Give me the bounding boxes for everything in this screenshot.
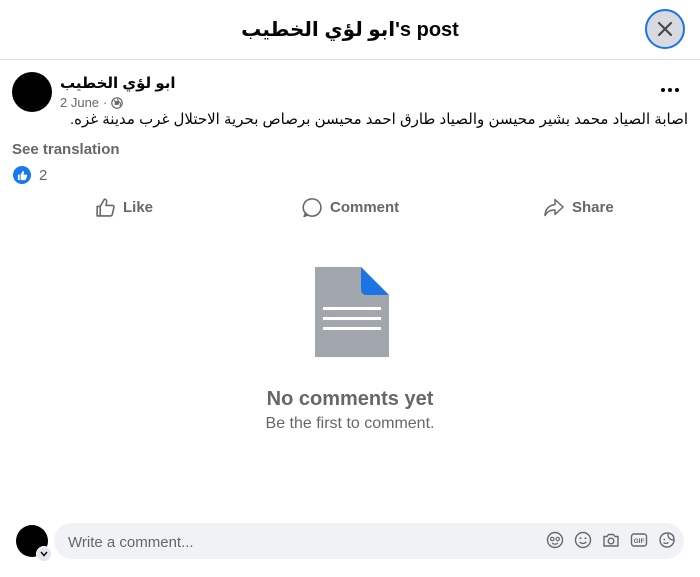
avatar-sticker-icon[interactable] [546,531,564,549]
like-button[interactable]: Like [95,188,153,226]
emoji-icon[interactable] [574,531,592,549]
meta-separator: · [103,95,108,110]
empty-state-title: No comments yet [266,388,434,410]
post-date[interactable]: 2 June [60,95,99,110]
reaction-summary[interactable]: 2 [13,166,47,184]
document-icon [315,267,389,357]
comment-composer: GIF [54,523,684,561]
svg-text:GIF: GIF [634,538,645,545]
close-icon [657,21,673,37]
dialog-header: ابو لؤي الخطيب's post [0,0,700,60]
share-button[interactable]: Share [543,188,614,226]
account-switcher[interactable] [36,546,52,562]
share-label: Share [572,198,614,216]
camera-icon[interactable] [602,531,620,549]
post-meta: 2 June · [60,95,124,110]
post-actions: Like Comment Share [0,188,700,226]
post-author[interactable]: ابو لؤي الخطيب [60,74,176,92]
like-reaction-icon [13,166,31,184]
sticker-icon[interactable] [658,531,676,549]
like-icon [96,197,115,217]
share-icon [544,198,564,216]
more-icon [661,88,679,92]
empty-state-subtitle: Be the first to comment. [265,415,435,432]
author-avatar[interactable] [12,72,52,112]
gif-icon[interactable]: GIF [630,531,648,549]
dialog-title: ابو لؤي الخطيب's post [241,19,459,41]
close-button[interactable] [645,9,685,49]
reaction-count: 2 [39,166,48,184]
see-translation-link[interactable]: See translation [12,141,120,158]
post-text: اصابة الصياد محمد بشير محيسن والصياد طار… [69,111,688,128]
globe-icon[interactable] [111,96,124,109]
like-label: Like [123,198,154,216]
comment-label: Comment [330,198,400,216]
chevron-down-icon [40,551,48,557]
comment-button[interactable]: Comment [302,188,399,226]
composer-icons: GIF [546,531,676,549]
comment-input[interactable] [66,523,520,561]
comment-icon [302,197,322,217]
more-options-button[interactable] [655,78,685,102]
